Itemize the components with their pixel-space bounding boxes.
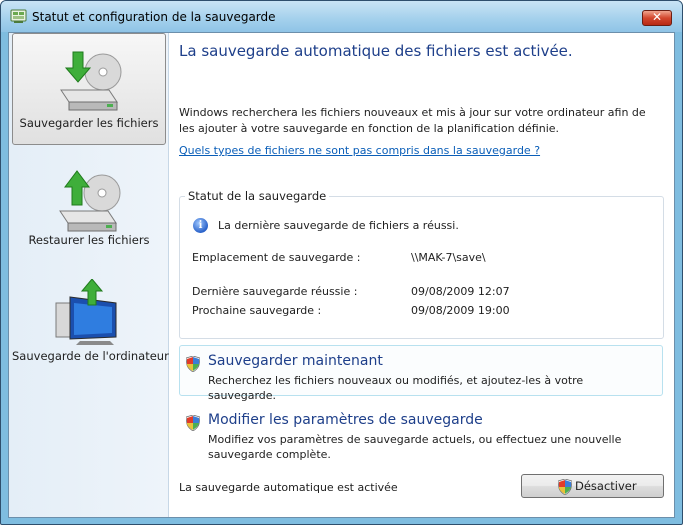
sidebar: Sauvegarder les fichiers Restaurer les f… <box>9 33 169 517</box>
footer-status-text: La sauvegarde automatique est activée <box>179 481 398 494</box>
close-icon: ✕ <box>651 10 663 24</box>
next-backup-label: Prochaine sauvegarde : <box>192 304 322 317</box>
window-title: Statut et configuration de la sauvegarde <box>32 10 276 24</box>
client-area: Sauvegarder les fichiers Restaurer les f… <box>8 32 675 518</box>
description-text: Windows recherchera les fichiers nouveau… <box>179 106 646 135</box>
restore-files-icon <box>59 170 121 232</box>
location-label: Emplacement de sauvegarde : <box>192 251 361 264</box>
sidebar-item-restore-files[interactable]: Restaurer les fichiers <box>12 159 166 259</box>
excluded-file-types-link[interactable]: Quels types de fichiers ne sont pas comp… <box>179 144 540 157</box>
next-backup-value: 09/08/2009 19:00 <box>411 304 510 317</box>
computer-backup-icon <box>55 279 117 345</box>
backup-now-action[interactable]: Sauvegarder maintenant Recherchez les fi… <box>179 345 663 402</box>
status-message: La dernière sauvegarde de fichiers a réu… <box>218 219 459 232</box>
uac-shield-icon <box>186 415 200 431</box>
sidebar-item-backup-files[interactable]: Sauvegarder les fichiers <box>12 33 166 145</box>
backup-files-icon <box>60 51 122 111</box>
disable-button[interactable]: Désactiver <box>521 474 664 498</box>
uac-shield-icon <box>558 479 572 495</box>
action-title: Sauvegarder maintenant <box>208 353 383 369</box>
disable-button-label: Désactiver <box>575 479 637 493</box>
backup-status-group: Statut de la sauvegarde i La dernière sa… <box>179 189 664 339</box>
backup-app-icon <box>10 9 27 23</box>
group-title: Statut de la sauvegarde <box>185 189 330 203</box>
page-title: La sauvegarde automatique des fichiers e… <box>179 42 573 60</box>
close-button[interactable]: ✕ <box>642 10 672 26</box>
backup-window: Statut et configuration de la sauvegarde… <box>0 0 683 525</box>
info-icon: i <box>193 218 208 233</box>
sidebar-item-label: Restaurer les fichiers <box>28 233 150 247</box>
sidebar-item-computer-backup[interactable]: Sauvegarde de l'ordinateur <box>12 277 169 377</box>
main-panel: La sauvegarde automatique des fichiers e… <box>170 33 674 517</box>
uac-shield-icon <box>186 356 200 372</box>
title-bar[interactable]: Statut et configuration de la sauvegarde… <box>1 1 682 32</box>
action-description: Modifiez vos paramètres de sauvegarde ac… <box>208 433 622 461</box>
change-settings-action[interactable]: Modifier les paramètres de sauvegarde Mo… <box>179 405 663 467</box>
sidebar-item-label: Sauvegarde de l'ordinateur <box>12 349 169 363</box>
last-backup-label: Dernière sauvegarde réussie : <box>192 285 358 298</box>
action-description: Recherchez les fichiers nouveaux ou modi… <box>208 374 584 402</box>
location-value: \\MAK-7\save\ <box>411 251 486 264</box>
action-title: Modifier les paramètres de sauvegarde <box>208 412 483 428</box>
last-backup-value: 09/08/2009 12:07 <box>411 285 510 298</box>
sidebar-item-label: Sauvegarder les fichiers <box>19 116 159 130</box>
